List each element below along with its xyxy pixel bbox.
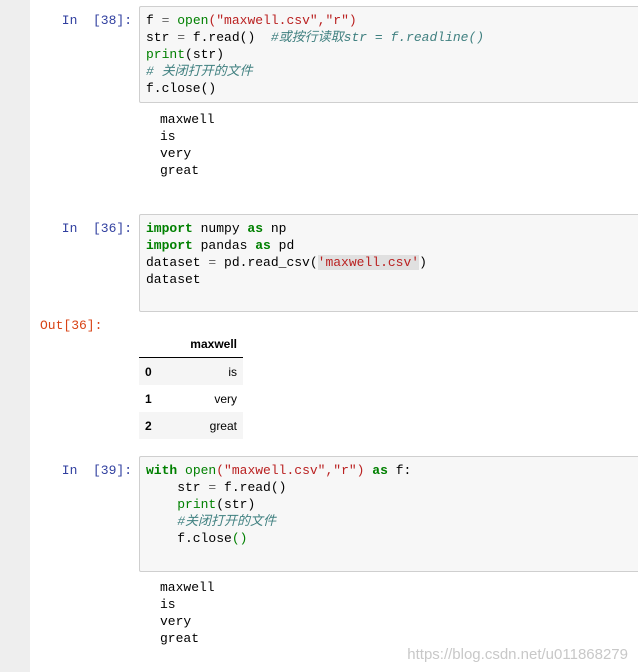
column-header: maxwell xyxy=(177,330,243,358)
code-token: f xyxy=(146,13,162,28)
code-token: f.close() xyxy=(146,81,217,96)
watermark: https://blog.csdn.net/u011868279 xyxy=(407,646,628,663)
output-line: great xyxy=(160,163,200,178)
code-token: pd xyxy=(270,238,295,253)
code-token: # 关闭打开的文件 xyxy=(146,64,253,79)
code-line: str = f.read() #或按行读取str = f.readline() xyxy=(146,29,636,46)
input-prompt: In [36]: xyxy=(61,221,132,236)
code-token: #关闭打开的文件 xyxy=(177,514,277,529)
code-cell[interactable]: f = open("maxwell.csv","r") str = f.read(… xyxy=(139,6,638,103)
code-token: (str) xyxy=(185,47,225,62)
code-line: with open("maxwell.csv","r") as f: xyxy=(146,462,636,479)
code-token: with xyxy=(146,463,178,478)
code-token: pandas xyxy=(192,238,256,253)
code-token: ) xyxy=(419,255,427,270)
code-line: dataset xyxy=(146,271,636,288)
code-editor[interactable]: f = open("maxwell.csv","r") str = f.read(… xyxy=(140,7,638,102)
output-line: maxwell xyxy=(160,112,215,127)
code-line: import numpy as np xyxy=(146,220,636,237)
code-editor[interactable]: import numpy as np import pandas as pd dat… xyxy=(140,215,638,293)
output-line: is xyxy=(160,597,176,612)
output-prompt: Out[36]: xyxy=(40,318,103,333)
code-token: dataset xyxy=(146,272,201,287)
input-prompt: In [39]: xyxy=(61,463,132,478)
dataframe-table: maxwell 0 is 1 very 2 great xyxy=(139,330,243,439)
code-token: as xyxy=(255,238,271,253)
table-row: 1 very xyxy=(139,385,243,412)
code-token: str xyxy=(146,30,178,45)
table-row: 0 is xyxy=(139,357,243,385)
code-token: as xyxy=(247,221,264,236)
code-token: import xyxy=(146,221,193,236)
code-line: print(str) xyxy=(146,46,636,63)
code-token: ("maxwell.csv","r") xyxy=(208,13,357,28)
code-line: f.close() xyxy=(146,80,636,97)
output-line: great xyxy=(160,631,200,646)
code-token: #或按行读取str = f.readline() xyxy=(270,30,485,45)
code-token: pd.read_csv( xyxy=(216,255,318,270)
cell-output: maxwell is very great xyxy=(160,579,215,647)
code-token: str xyxy=(146,480,209,495)
input-prompt: In [38]: xyxy=(61,13,132,28)
code-token: 'maxwell.csv' xyxy=(317,255,420,270)
code-token: open xyxy=(185,463,217,478)
code-token: f.read() xyxy=(216,480,287,495)
output-line: is xyxy=(160,129,176,144)
table-header-row: maxwell xyxy=(139,330,243,358)
code-token: = xyxy=(177,30,186,45)
code-line: #关闭打开的文件 xyxy=(146,513,636,530)
table-cell: is xyxy=(228,364,237,379)
output-line: maxwell xyxy=(160,580,215,595)
table-cell: great xyxy=(209,418,237,433)
code-line: dataset = pd.read_csv('maxwell.csv') xyxy=(146,254,636,271)
code-token: import xyxy=(146,238,193,253)
code-token: open xyxy=(177,13,209,28)
cell-output: maxwell is very great xyxy=(160,111,215,179)
code-token: numpy xyxy=(192,221,248,236)
output-line: very xyxy=(160,146,192,161)
code-line: f.close() xyxy=(146,530,636,547)
code-token: np xyxy=(263,221,287,236)
table-cell: very xyxy=(214,391,237,406)
output-line: very xyxy=(160,614,192,629)
code-token: f.read() xyxy=(185,30,271,45)
code-line: print(str) xyxy=(146,496,636,513)
code-token: print xyxy=(177,497,217,512)
row-index: 0 xyxy=(145,364,152,379)
code-token: f.close xyxy=(146,531,232,546)
code-cell[interactable]: with open("maxwell.csv","r") as f: str =… xyxy=(139,456,638,572)
index-header xyxy=(139,330,177,358)
code-editor[interactable]: with open("maxwell.csv","r") as f: str =… xyxy=(140,457,638,552)
code-token: f: xyxy=(387,463,412,478)
code-line: import pandas as pd xyxy=(146,237,636,254)
table-row: 2 great xyxy=(139,412,243,439)
code-token: dataset xyxy=(146,255,209,270)
code-token: print xyxy=(146,47,186,62)
code-line: # 关闭打开的文件 xyxy=(146,63,636,80)
code-line: str = f.read() xyxy=(146,479,636,496)
row-index: 1 xyxy=(145,391,152,406)
code-line: f = open("maxwell.csv","r") xyxy=(146,12,636,29)
code-token: (str) xyxy=(216,497,256,512)
code-cell[interactable]: import numpy as np import pandas as pd dat… xyxy=(139,214,638,312)
code-token: ("maxwell.csv","r") xyxy=(216,463,365,478)
code-token: () xyxy=(231,531,248,546)
code-token: as xyxy=(372,463,388,478)
row-index: 2 xyxy=(145,418,152,433)
